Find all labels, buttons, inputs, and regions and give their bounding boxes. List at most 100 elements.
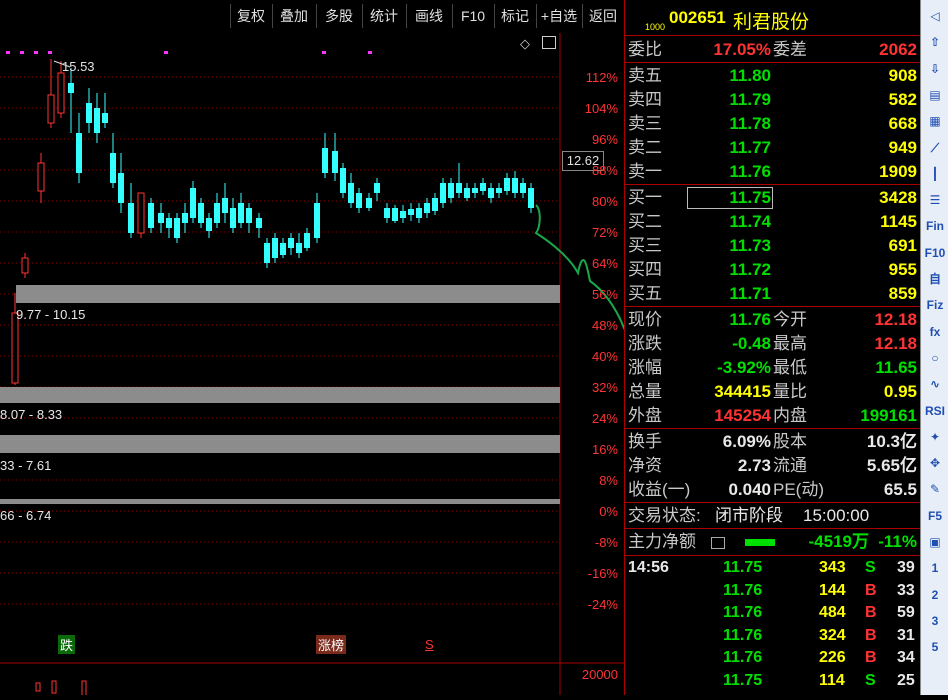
candle-body-11 <box>118 173 124 203</box>
pct-tick-5: 72% <box>591 225 618 240</box>
toolbar-button-4[interactable]: 画线 <box>406 4 451 28</box>
ask-row-2: 卖三 11.78 668 <box>628 114 917 133</box>
candle-body-31 <box>288 238 294 248</box>
quote-panel: 1000 002651 利君股份 委比 17.05% 委差 2062 卖五 11.… <box>624 0 921 695</box>
candle-body-5 <box>68 83 74 93</box>
side-icon-9[interactable]: F10 <box>924 243 946 263</box>
toolbar-button-3[interactable]: 统计 <box>362 4 405 28</box>
ask-row-1: 卖四 11.79 582 <box>628 90 917 109</box>
zone-label-3: 33 - 7.61 <box>0 458 52 473</box>
pct-tick-17: -24% <box>587 597 618 612</box>
price-zone-0 <box>16 285 560 303</box>
candle-body-51 <box>456 183 462 193</box>
kline-chart[interactable]: 15.53 12.62 ◇ 112% 104% 96% 88% 80% 72% 64% 56%… <box>0 33 703 700</box>
pct-tick-8: 48% <box>591 318 618 333</box>
candle-body-42 <box>384 208 390 218</box>
diamond-icon[interactable]: ◇ <box>520 36 530 52</box>
side-icon-21[interactable]: 1 <box>924 558 946 578</box>
candle-body-37 <box>340 168 346 193</box>
candle-body-20 <box>198 203 204 223</box>
candle-body-43 <box>392 208 398 221</box>
side-icon-8[interactable]: Fin <box>924 216 946 236</box>
quote-row-4: 外盘 145254 内盘 199161 <box>628 406 917 425</box>
candle-icon[interactable]: ┃ <box>924 164 946 184</box>
side-icon-24[interactable]: 5 <box>924 637 946 657</box>
pct-tick-16: -16% <box>587 566 618 581</box>
toolbar-button-1[interactable]: 叠加 <box>272 4 315 28</box>
toolbar-button-8[interactable]: 返回 <box>582 4 623 28</box>
candle-body-45 <box>408 209 414 215</box>
quote-row-0: 现价 11.76 今开 12.18 <box>628 310 917 329</box>
plate-icon[interactable]: ▣ <box>924 532 946 552</box>
toolbar-button-0[interactable]: 复权 <box>230 4 271 28</box>
candle-body-21 <box>206 218 212 231</box>
stock-name: 利君股份 <box>733 12 810 33</box>
side-icon-1[interactable]: ⇧ <box>924 32 946 52</box>
window-icon[interactable] <box>542 36 556 49</box>
marker-dot-1 <box>20 51 24 54</box>
price-zone-3 <box>0 499 560 504</box>
bid-row-1: 买二 11.74 1145 <box>628 212 917 231</box>
side-icon-22[interactable]: 2 <box>924 585 946 605</box>
candle-body-15 <box>158 213 164 223</box>
side-icon-12[interactable]: fx <box>924 322 946 342</box>
toolbar-button-2[interactable]: 多股 <box>316 4 361 28</box>
kline-svg[interactable] <box>0 33 703 700</box>
pct-tick-14: 0% <box>599 504 618 519</box>
flow-info-icon[interactable] <box>711 537 725 549</box>
peak-label: 15.53 <box>62 59 95 74</box>
pct-tick-0: 112% <box>585 70 618 85</box>
candle-body-38 <box>348 183 354 203</box>
candle-body-41 <box>374 183 380 193</box>
side-icon-0[interactable]: ◁ <box>924 6 946 26</box>
marker-dot-2 <box>34 51 38 54</box>
side-toolbar: ◁ ⇧ ⇩ ▤ ▦ ⟋ ┃ ☰ Fin F10 自 Fiz fx ○ ∿ RSI ✦ ✥ ✎ F5 ▣ 1 2 3 5 <box>920 0 948 695</box>
candle-body-9 <box>102 113 108 123</box>
candle-body-30 <box>280 243 286 255</box>
fund-row-1: 净资 2.73 流通 5.65亿 <box>628 456 917 475</box>
candle-body-18 <box>182 213 188 223</box>
side-icon-2[interactable]: ⇩ <box>924 59 946 79</box>
candle-body-57 <box>504 178 510 191</box>
quote-row-3: 总量 344415 量比 0.95 <box>628 382 917 401</box>
side-icon-23[interactable]: 3 <box>924 611 946 631</box>
pct-tick-13: 8% <box>599 473 618 488</box>
line-icon[interactable]: ⟋ <box>924 138 946 158</box>
candle-body-16 <box>166 218 172 228</box>
candle-body-28 <box>264 243 270 263</box>
side-icon-15[interactable]: RSI <box>924 401 946 421</box>
side-icon-10[interactable]: 自 <box>924 269 946 289</box>
tick-row-3: 11.76 324 B 31 <box>723 626 915 644</box>
down-marker: 跌 <box>58 635 76 654</box>
candle-body-56 <box>496 188 502 193</box>
list-icon[interactable]: ☰ <box>924 190 946 210</box>
s-marker: S <box>425 637 434 652</box>
candle-body-46 <box>416 208 422 218</box>
grid-icon[interactable]: ▦ <box>924 111 946 131</box>
wave-icon[interactable]: ∿ <box>924 374 946 394</box>
books-icon[interactable]: ▤ <box>924 85 946 105</box>
toolbar-button-7[interactable]: +自选 <box>536 4 581 28</box>
price-zone-1 <box>0 387 560 403</box>
side-icon-11[interactable]: Fiz <box>924 295 946 315</box>
compass-icon[interactable]: ✦ <box>924 427 946 447</box>
pct-tick-12: 16% <box>591 442 618 457</box>
circle-icon[interactable]: ○ <box>924 348 946 368</box>
candle-body-19 <box>190 188 196 218</box>
candle-body-58 <box>512 178 518 193</box>
pct-tick-4: 80% <box>591 194 618 209</box>
volume-tick: 20000 <box>581 667 618 682</box>
bid-row-2: 买三 11.73 691 <box>628 236 917 255</box>
pen-icon[interactable]: ✎ <box>924 479 946 499</box>
side-icon-19[interactable]: F5 <box>924 506 946 526</box>
volume-bar-0 <box>35 682 41 692</box>
toolbar-button-5[interactable]: F10 <box>452 4 493 28</box>
candle-body-2 <box>37 162 45 192</box>
toolbar-button-6[interactable]: 标记 <box>494 4 535 28</box>
tick-row-0: 14:56 11.75 343 S 39 <box>628 559 915 576</box>
candle-body-59 <box>520 183 526 193</box>
marker-dot-0 <box>6 51 10 54</box>
tick-row-4: 11.76 226 B 34 <box>723 649 915 666</box>
move-icon[interactable]: ✥ <box>924 453 946 473</box>
ask-row-4: 卖一 11.76 1909 <box>628 162 917 181</box>
